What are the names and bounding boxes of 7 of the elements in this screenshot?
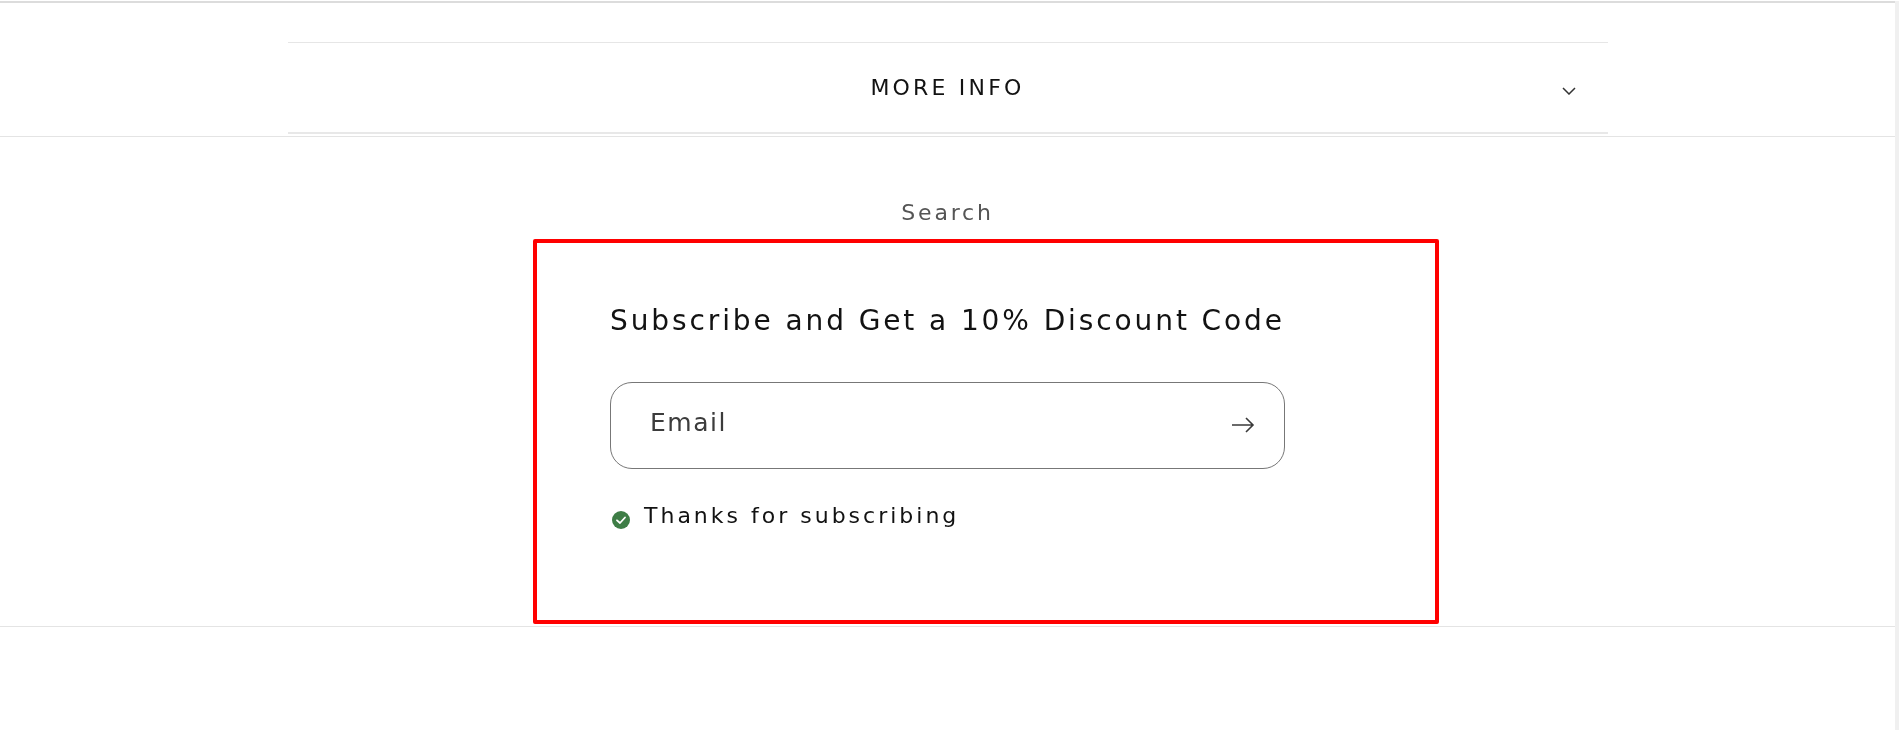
- email-field[interactable]: Email: [610, 382, 1285, 469]
- arrow-right-icon: [1231, 417, 1255, 433]
- newsletter-heading: Subscribe and Get a 10% Discount Code: [610, 303, 1285, 339]
- check-circle-icon: [612, 511, 630, 529]
- more-info-toggle[interactable]: MORE INFO: [287, 42, 1608, 134]
- search-link[interactable]: Search: [901, 200, 994, 226]
- success-message: Thanks for subscribing: [644, 502, 960, 530]
